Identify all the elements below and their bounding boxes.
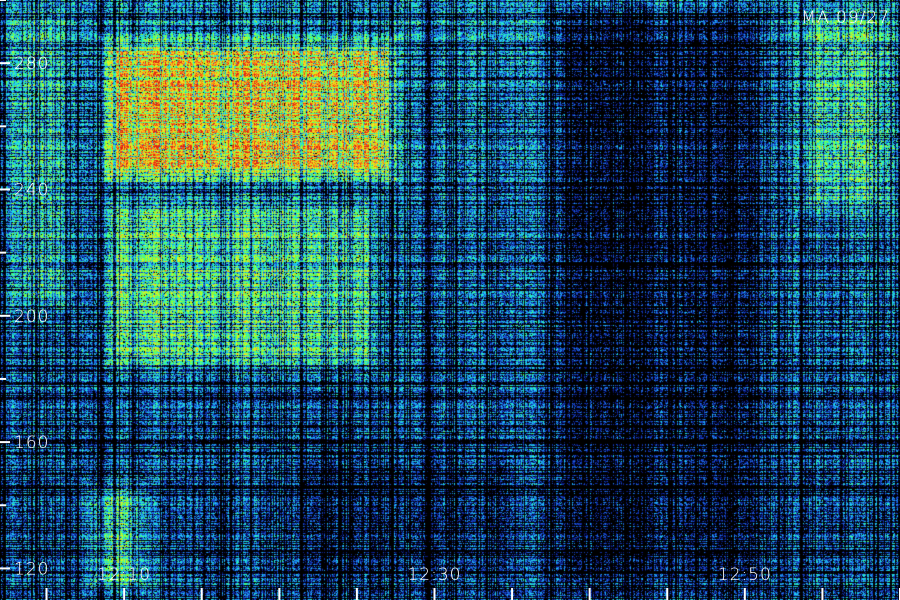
- spectrogram-heatmap: [0, 0, 900, 600]
